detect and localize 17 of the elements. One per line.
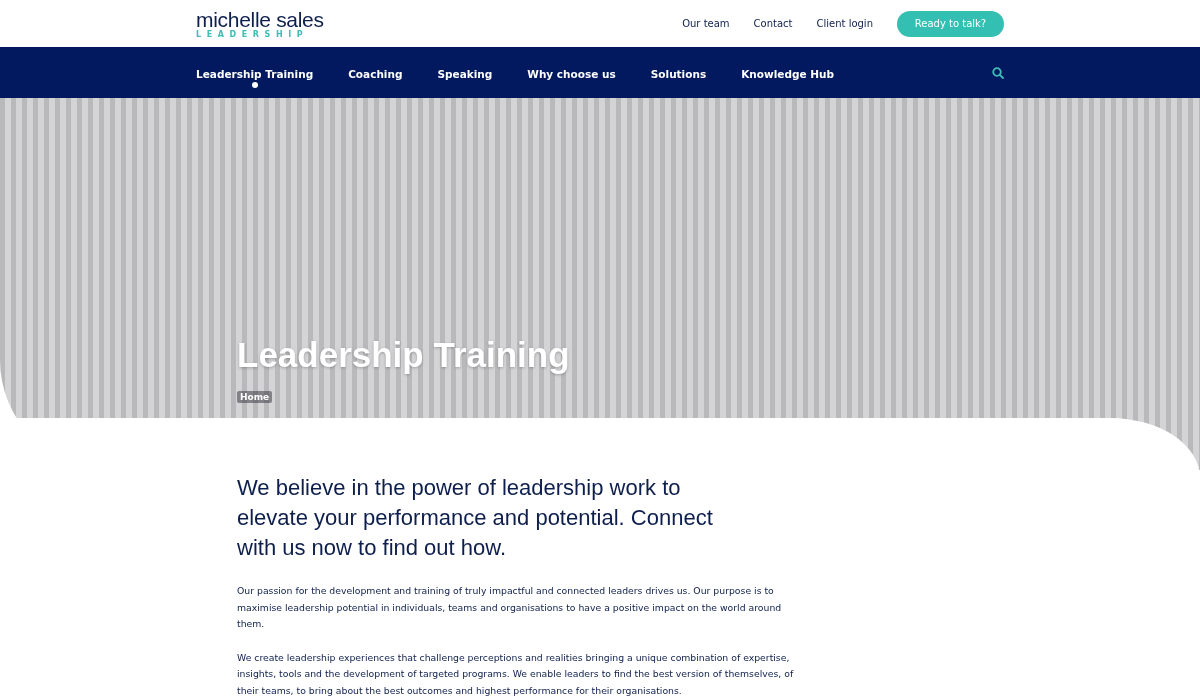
- page-title: Leadership Training: [237, 335, 571, 375]
- logo-wordmark[interactable]: michelle sales: [196, 8, 324, 30]
- nav-item[interactable]: Speaking: [437, 68, 493, 80]
- nav-item[interactable]: Knowledge Hub: [741, 68, 834, 80]
- top-link[interactable]: Contact: [753, 18, 793, 29]
- intro-paragraph: Our passion for the development and training of truly impactful and connected leaders drives us. Our purpose is to maximise leadership potential in individuals, teams and organisations to have a positive impact on the world around them.: [237, 584, 783, 631]
- nav-item[interactable]: Leadership Training: [196, 68, 314, 80]
- nav-item[interactable]: Why choose us: [527, 68, 616, 80]
- top-link[interactable]: Our team: [682, 18, 730, 29]
- top-link[interactable]: Client login: [816, 18, 873, 29]
- intro-heading: We believe in the power of leadership work to elevate your performance and potential. Connect with us now to find out how.: [237, 474, 714, 562]
- logo-tagline: LEADERSHIP: [196, 30, 310, 39]
- nav-item[interactable]: Coaching: [348, 68, 403, 80]
- breadcrumb-link[interactable]: Home: [237, 391, 273, 403]
- search-icon[interactable]: [992, 66, 1004, 79]
- intro-paragraph: We create leadership experiences that challenge perceptions and realities bringing a unique combination of expertise, insights, tools and the development of targeted programs. We enable leaders to find the best version of themselves, of their teams, to bring about the best outcomes and highest performance for their organisations.: [237, 650, 795, 698]
- nav-item[interactable]: Solutions: [650, 68, 707, 80]
